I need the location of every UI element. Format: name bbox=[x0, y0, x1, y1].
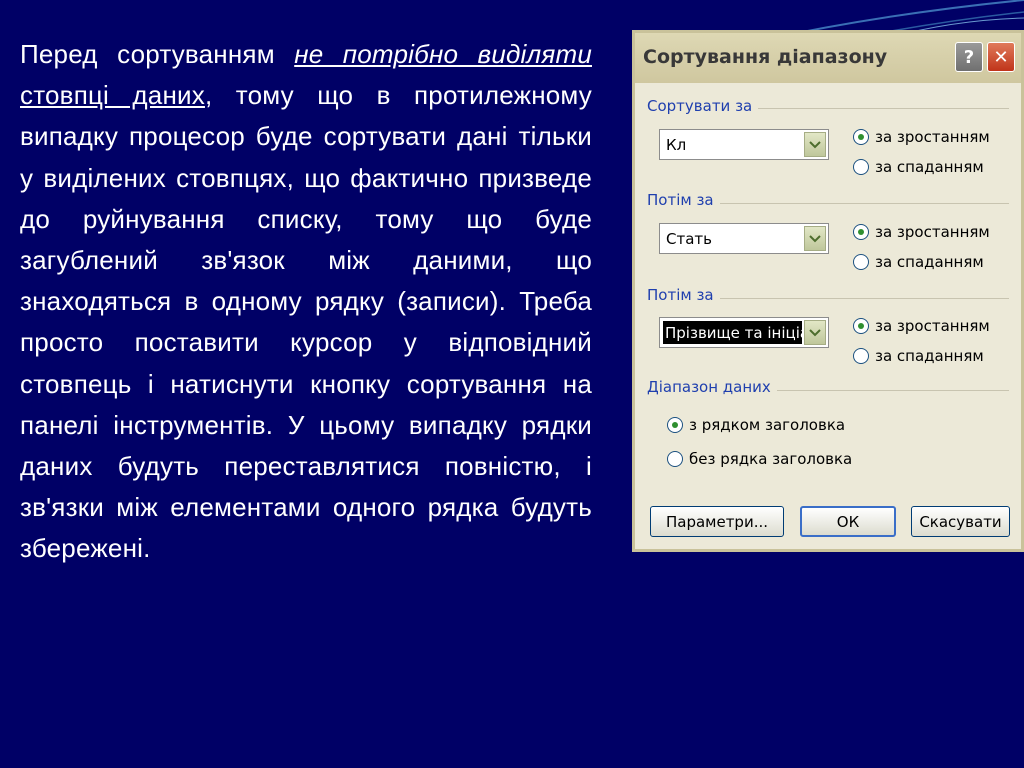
underlined-text: стовпці даних bbox=[20, 80, 205, 111]
radio-icon[interactable] bbox=[853, 318, 869, 334]
sort-range-dialog: Сортування діапазону ? ✕ Сортувати за Кл… bbox=[632, 30, 1024, 552]
then-by-label: Потім за bbox=[647, 286, 720, 304]
radio-icon[interactable] bbox=[853, 129, 869, 145]
dialog-titlebar: Сортування діапазону ? ✕ bbox=[635, 33, 1021, 83]
radio-icon[interactable] bbox=[667, 451, 683, 467]
sort-by-label: Сортувати за bbox=[647, 97, 759, 115]
then-by-value-1: Стать bbox=[666, 230, 712, 248]
emphasized-text: не потрібно виділяти bbox=[294, 39, 592, 69]
sort-by-select[interactable]: Кл bbox=[659, 129, 829, 160]
dropdown-arrow-icon[interactable] bbox=[804, 320, 826, 345]
text-segment: Перед сортуванням bbox=[20, 39, 295, 69]
dialog-title: Сортування діапазону bbox=[643, 46, 888, 68]
sort-by-value: Кл bbox=[666, 136, 687, 154]
text-segment: , тому що в протилежному випадку процесо… bbox=[20, 80, 592, 564]
dropdown-arrow-icon[interactable] bbox=[804, 226, 826, 251]
data-range-label: Діапазон даних bbox=[647, 378, 777, 396]
radio-label: за спаданням bbox=[875, 347, 984, 365]
then-by-value-2: Прізвище та ініціал bbox=[663, 321, 802, 344]
radio-label: за зростанням bbox=[875, 317, 990, 335]
then-by-select-1[interactable]: Стать bbox=[659, 223, 829, 254]
dropdown-arrow-icon[interactable] bbox=[804, 132, 826, 157]
radio-label: за спаданням bbox=[875, 158, 984, 176]
slide-body-text: Перед сортуванням не потрібно виділяти с… bbox=[20, 34, 592, 570]
radio-icon[interactable] bbox=[853, 348, 869, 364]
radio-icon[interactable] bbox=[853, 159, 869, 175]
radio-icon[interactable] bbox=[853, 254, 869, 270]
radio-label: за зростанням bbox=[875, 128, 990, 146]
cancel-button[interactable]: Скасувати bbox=[911, 506, 1010, 537]
then-by-label: Потім за bbox=[647, 191, 720, 209]
close-icon: ✕ bbox=[993, 46, 1009, 68]
ok-button[interactable]: ОК bbox=[800, 506, 896, 537]
radio-label: за зростанням bbox=[875, 223, 990, 241]
help-button[interactable]: ? bbox=[955, 42, 983, 72]
then-by-select-2[interactable]: Прізвище та ініціал bbox=[659, 317, 829, 348]
radio-icon[interactable] bbox=[667, 417, 683, 433]
radio-icon[interactable] bbox=[853, 224, 869, 240]
radio-label: з рядком заголовка bbox=[689, 416, 846, 434]
parameters-button[interactable]: Параметри... bbox=[650, 506, 784, 537]
help-icon: ? bbox=[963, 46, 975, 68]
radio-label: без рядка заголовка bbox=[689, 450, 853, 468]
close-button[interactable]: ✕ bbox=[987, 42, 1015, 72]
radio-label: за спаданням bbox=[875, 253, 984, 271]
